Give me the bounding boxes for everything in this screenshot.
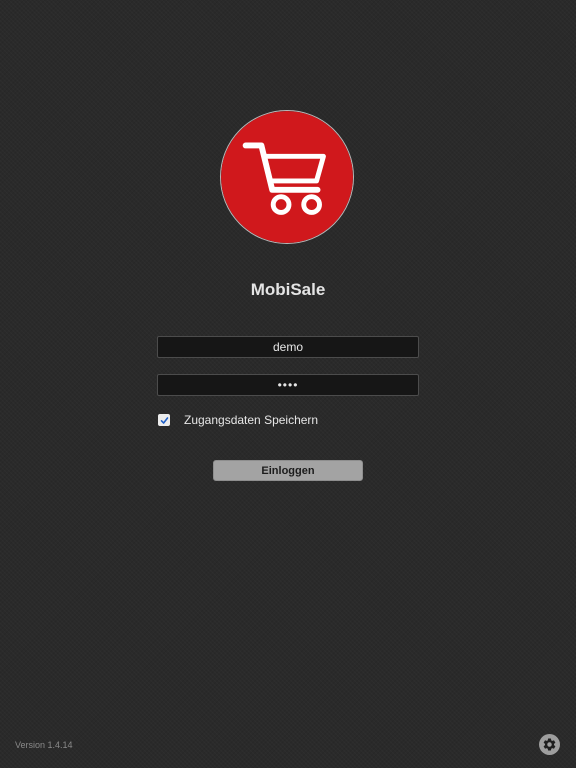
checkmark-icon xyxy=(160,416,168,424)
login-button[interactable]: Einloggen xyxy=(213,460,363,481)
remember-checkbox[interactable] xyxy=(158,414,170,426)
remember-credentials-toggle[interactable]: Zugangsdaten Speichern xyxy=(157,413,318,427)
shopping-cart-icon xyxy=(221,111,353,243)
username-input[interactable] xyxy=(157,336,419,358)
gear-icon xyxy=(543,738,556,751)
password-input[interactable] xyxy=(157,374,419,396)
remember-label: Zugangsdaten Speichern xyxy=(184,413,319,427)
app-title: MobiSale xyxy=(250,280,326,299)
settings-button[interactable] xyxy=(539,734,560,755)
app-logo xyxy=(220,110,354,244)
version-label: Version 1.4.14 xyxy=(15,740,73,750)
